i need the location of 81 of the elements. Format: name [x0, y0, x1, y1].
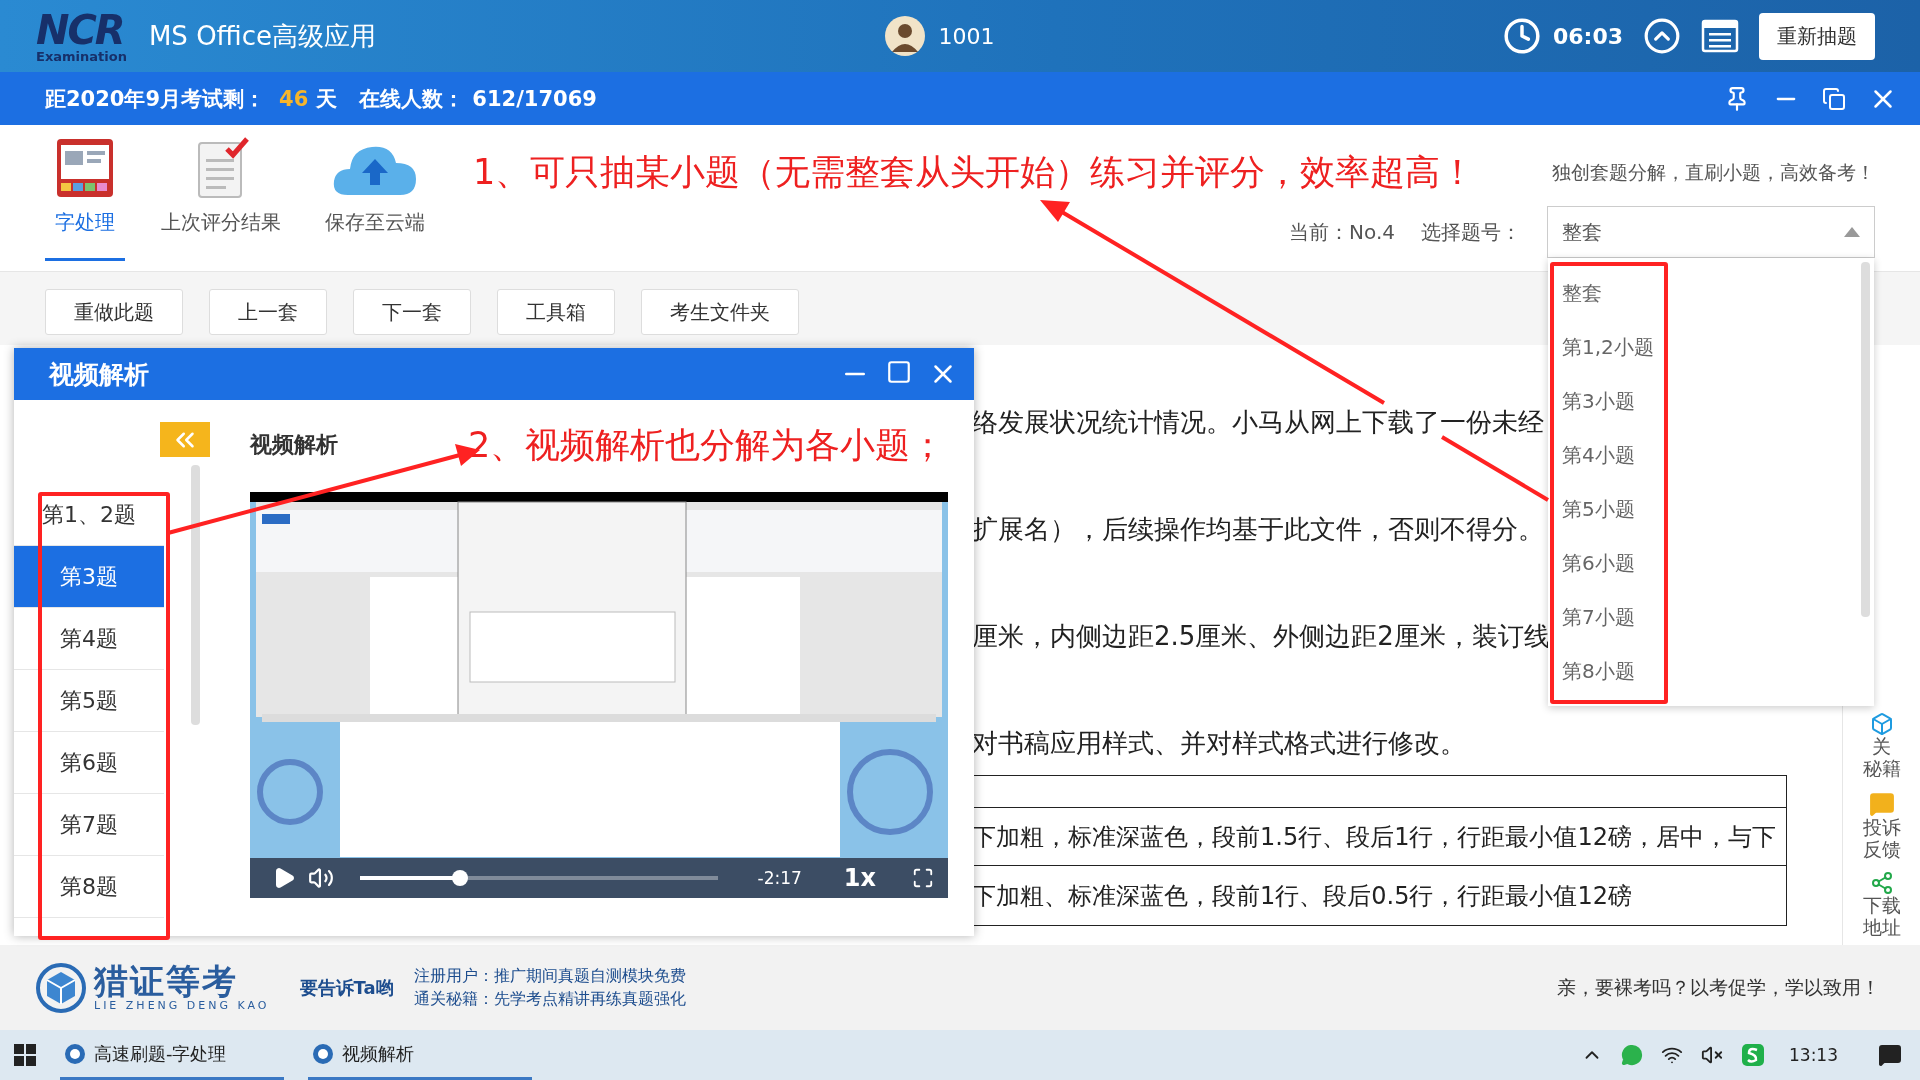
question-item[interactable]: 第3题 — [14, 546, 164, 608]
avatar-icon — [884, 16, 925, 56]
share-icon — [1869, 871, 1894, 896]
dropdown-option[interactable]: 第1,2小题 — [1548, 320, 1874, 374]
dropdown-option[interactable]: 第3小题 — [1548, 374, 1874, 428]
redraw-button[interactable]: 重新抽题 — [1759, 12, 1875, 60]
app-icon — [312, 1042, 334, 1065]
up-icon[interactable] — [1643, 17, 1681, 55]
dropdown-option[interactable]: 第5小题 — [1548, 482, 1874, 536]
taskbar-item[interactable]: 高速刷题-字处理 — [60, 1030, 284, 1080]
dropdown-option[interactable]: 整套 — [1548, 266, 1874, 320]
promo-text: 通关秘籍：先学考点精讲再练真题强化 — [413, 988, 686, 1010]
dropdown-option[interactable]: 第7小题 — [1548, 590, 1874, 644]
countdown-timer: 06:03 — [1552, 23, 1623, 49]
days-unit: 天 — [316, 85, 338, 113]
online-count: 612/17069 — [472, 86, 597, 111]
restore-icon[interactable] — [1822, 86, 1846, 111]
question-item[interactable]: 第6题 — [14, 732, 164, 794]
notification-icon[interactable] — [1878, 1043, 1902, 1067]
side-link[interactable]: 关 秘籍 — [1843, 706, 1920, 786]
time-remaining: -2:17 — [757, 868, 802, 888]
question-select[interactable]: 整套 — [1547, 206, 1875, 258]
action-button[interactable]: 下一套 — [353, 289, 471, 335]
speed-button[interactable]: 1x — [843, 864, 876, 892]
dropdown-option[interactable]: 第6小题 — [1548, 536, 1874, 590]
fullscreen-icon[interactable] — [912, 867, 934, 889]
brand-pinyin: LIE ZHENG DENG KAO — [94, 1000, 270, 1013]
app-title: MS Office高级应用 — [148, 19, 377, 53]
question-item[interactable]: 第5题 — [14, 670, 164, 732]
question-item[interactable]: 第8题 — [14, 856, 164, 918]
question-text: 扩展名），后续操作均基于此文件，否则不得分。 — [972, 513, 1545, 546]
dropdown-option[interactable]: 第8小题 — [1548, 644, 1874, 698]
annotation-text: 1、可只抽某小题（无需整套从头开始）练习并评分，效率超高！ — [473, 151, 1476, 194]
app-icon — [64, 1042, 86, 1065]
dropdown-option[interactable]: 第4小题 — [1548, 428, 1874, 482]
list-icon[interactable] — [1701, 19, 1739, 53]
question-item[interactable]: 第1、2题 — [14, 484, 164, 546]
days-count: 46 — [279, 86, 309, 111]
cube-icon — [1869, 712, 1894, 736]
current-question: 当前：No.4 — [1289, 218, 1395, 246]
user-id: 1001 — [938, 23, 995, 49]
scrollbar[interactable] — [1861, 262, 1870, 617]
online-label: 在线人数： — [359, 85, 465, 113]
question-item[interactable]: 第4题 — [14, 608, 164, 670]
cube-logo-icon — [36, 962, 86, 1013]
volume-muted-icon[interactable] — [1701, 1044, 1723, 1066]
module-tab[interactable]: 字处理 — [45, 125, 125, 261]
question-text: 对书稿应用样式、并对样式格式进行修改。 — [972, 727, 1467, 760]
action-button[interactable]: 工具箱 — [497, 289, 615, 335]
volume-icon[interactable] — [308, 865, 334, 891]
taskbar-clock: 13:13 — [1789, 1045, 1838, 1065]
brand-name: 猎证等考 — [94, 962, 239, 1001]
question-text: 络发展状况统计情况。小马从网上下载了一份未经 — [972, 406, 1545, 439]
question-item[interactable]: 第7题 — [14, 794, 164, 856]
maximize-icon[interactable] — [886, 359, 912, 385]
side-link[interactable]: 下载 地址 — [1843, 865, 1920, 945]
slogan-text: 独创套题分解，直刷小题，高效备考！ — [1552, 159, 1875, 185]
clock-icon — [1502, 17, 1541, 55]
windows-icon[interactable] — [14, 1044, 36, 1066]
logo-mark: NCR — [36, 9, 124, 50]
scrollbar[interactable] — [191, 465, 200, 725]
window-title: 视频解析 — [49, 358, 149, 391]
countdown-label: 距2020年9月考试剩： — [45, 85, 266, 113]
select-label: 选择题号： — [1421, 218, 1521, 246]
module-tab[interactable]: 上次评分结果 — [153, 125, 289, 261]
action-button[interactable]: 上一套 — [209, 289, 327, 335]
side-link[interactable]: 投诉 反馈 — [1843, 785, 1920, 866]
input-method-icon[interactable] — [1741, 1043, 1765, 1067]
promo-text: 注册用户：推广期间真题自测模块免费 — [413, 965, 686, 987]
caret-icon — [1844, 227, 1860, 237]
action-button[interactable]: 重做此题 — [45, 289, 183, 335]
motto-text: 亲，要裸考吗？以考促学，学以致用！ — [1557, 974, 1880, 1000]
action-button[interactable]: 考生文件夹 — [641, 289, 799, 335]
logo-subtitle: Examination — [36, 49, 127, 63]
chat-icon — [1868, 790, 1895, 817]
tell-link[interactable]: 要告诉Ta哟 — [299, 975, 394, 1000]
progress-thumb[interactable] — [452, 870, 469, 886]
question-text: 厘米，内侧边距2.5厘米、外侧边距2厘米，装订线 — [972, 620, 1551, 653]
module-tab[interactable]: 保存至云端 — [317, 125, 433, 261]
section-heading: 视频解析 — [250, 431, 338, 459]
taskbar-item[interactable]: 视频解析 — [308, 1030, 532, 1080]
